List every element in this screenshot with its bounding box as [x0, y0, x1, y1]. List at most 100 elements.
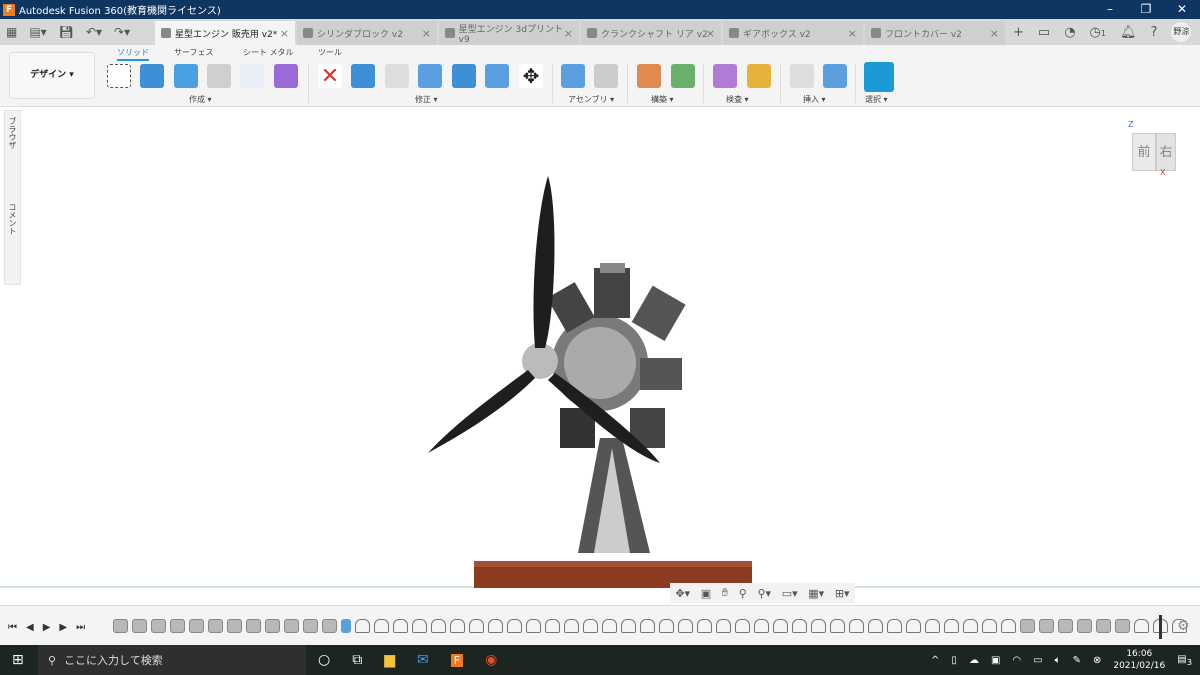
timeline-joint-icon[interactable] [412, 619, 427, 633]
volume-icon[interactable]: 🔈︎ [1055, 655, 1061, 666]
select-icon[interactable] [864, 62, 894, 92]
midplane-icon[interactable] [671, 64, 695, 88]
grid-settings-icon[interactable]: ▦▾ [808, 587, 824, 600]
timeline-marker[interactable] [1159, 615, 1162, 639]
press-pull-icon[interactable] [351, 64, 375, 88]
new-tab-button[interactable]: + [1013, 25, 1024, 40]
timeline-joint-icon[interactable] [469, 619, 484, 633]
timeline-feature-icon[interactable] [1039, 619, 1054, 633]
joint-icon[interactable] [594, 64, 618, 88]
wifi-icon[interactable]: ◠ [1012, 655, 1021, 666]
notifications-icon[interactable]: 🔔︎ [1120, 25, 1137, 40]
timeline-feature-icon[interactable] [246, 619, 261, 633]
close-tab-icon[interactable]: × [280, 27, 289, 40]
data-panel-icon[interactable]: ▭ [1038, 25, 1050, 40]
timeline-joint-icon[interactable] [754, 619, 769, 633]
tab-document[interactable]: フロントカバー v2 × [865, 21, 1005, 45]
start-button[interactable]: ⊞ [12, 652, 24, 668]
maximize-button[interactable]: ❐ [1128, 0, 1164, 19]
close-button[interactable]: ✕ [1164, 0, 1200, 19]
close-tab-icon[interactable]: × [564, 27, 573, 40]
timeline-joint-icon[interactable] [640, 619, 655, 633]
timeline-feature-icon[interactable] [113, 619, 128, 633]
step-forward-button[interactable]: ▶ [59, 622, 67, 633]
timeline-joint-icon[interactable] [773, 619, 788, 633]
job-status-icon[interactable]: ◷1 [1090, 25, 1106, 40]
file-menu-icon[interactable]: ▤▾ [29, 25, 46, 39]
timeline-joint-icon[interactable] [944, 619, 959, 633]
timeline-joint-icon[interactable] [716, 619, 731, 633]
clock[interactable]: 16:06 2021/02/16 [1113, 648, 1165, 672]
group-modify[interactable]: 修正 ▾ [415, 94, 438, 105]
tab-document[interactable]: 星型エンジン 3dプリント v9 × [439, 21, 579, 45]
timeline-settings-icon[interactable]: ⚙ [1177, 618, 1190, 634]
timeline-joint-icon[interactable] [583, 619, 598, 633]
group-create[interactable]: 作成 ▾ [189, 94, 212, 105]
insert-canvas-icon[interactable] [823, 64, 847, 88]
combine-icon[interactable] [452, 64, 476, 88]
timeline-joint-icon[interactable] [393, 619, 408, 633]
timeline-feature-icon[interactable] [227, 619, 242, 633]
timeline-feature-icon[interactable] [303, 619, 318, 633]
timeline-joint-icon[interactable] [963, 619, 978, 633]
timeline-joint-icon[interactable] [507, 619, 522, 633]
timeline-joint-icon[interactable] [906, 619, 921, 633]
zoom-icon[interactable]: ⚲ [739, 587, 747, 600]
avatar[interactable]: 野涼 [1171, 22, 1192, 42]
hole-icon[interactable] [207, 64, 231, 88]
timeline-feature-icon[interactable] [1020, 619, 1035, 633]
timeline-feature-icon[interactable] [151, 619, 166, 633]
fusion-taskbar-icon[interactable]: F [450, 653, 464, 667]
save-icon[interactable]: 💾︎ [59, 25, 74, 39]
action-center-icon[interactable]: ▤3 [1177, 654, 1192, 667]
subtab-tools[interactable]: ツール [318, 47, 342, 58]
tab-document[interactable]: ギアボックス v2 × [723, 21, 863, 45]
extrude-icon[interactable] [140, 64, 164, 88]
timeline-joint-icon[interactable] [450, 619, 465, 633]
timeline-joint-icon[interactable] [697, 619, 712, 633]
timeline-joint-icon[interactable] [659, 619, 674, 633]
timeline-feature-icon[interactable] [1058, 619, 1073, 633]
shell-icon[interactable] [418, 64, 442, 88]
create-form-icon[interactable] [274, 64, 298, 88]
insert-derive-icon[interactable] [790, 64, 814, 88]
timeline-joint-icon[interactable] [1134, 619, 1149, 633]
mail-icon[interactable]: ✉ [417, 652, 429, 668]
workspace-selector[interactable]: デザイン ▾ [9, 52, 95, 99]
timeline-joint-icon[interactable] [526, 619, 541, 633]
group-select[interactable]: 選択 ▾ [865, 94, 888, 105]
timeline-feature-icon[interactable] [189, 619, 204, 633]
timeline-feature-icon[interactable] [1077, 619, 1092, 633]
subtab-sheet-metal[interactable]: シート メタル [243, 47, 294, 58]
go-to-end-button[interactable]: ⏭ [76, 622, 85, 633]
revolve-icon[interactable] [174, 64, 198, 88]
timeline-joint-icon[interactable] [602, 619, 617, 633]
timeline-joint-icon[interactable] [792, 619, 807, 633]
timeline-joint-icon[interactable] [849, 619, 864, 633]
taskbar-search[interactable]: ⚲ ここに入力して検索 [38, 645, 306, 675]
task-view-icon[interactable]: ⧉ [352, 652, 362, 668]
engine-model-viewport[interactable] [0, 108, 1200, 588]
tray-security-icon[interactable]: ▣ [991, 655, 1000, 666]
timeline-joint-icon[interactable] [621, 619, 636, 633]
redo-icon[interactable]: ↷▾ [114, 25, 130, 39]
help-icon[interactable]: ? [1151, 25, 1158, 40]
timeline-feature-icon[interactable] [170, 619, 185, 633]
subtab-solid[interactable]: ソリッド [117, 47, 149, 61]
new-component-icon[interactable] [561, 64, 585, 88]
display-settings-icon[interactable]: ▭▾ [782, 587, 798, 600]
close-tab-icon[interactable]: × [706, 27, 715, 40]
timeline-feature-icon[interactable] [284, 619, 299, 633]
group-construct[interactable]: 構築 ▾ [651, 94, 674, 105]
timeline-feature-icon[interactable] [1115, 619, 1130, 633]
timeline-joint-icon[interactable] [868, 619, 883, 633]
undo-icon[interactable]: ↶▾ [86, 25, 102, 39]
timeline-joint-icon[interactable] [488, 619, 503, 633]
timeline-feature-icon[interactable] [322, 619, 337, 633]
viewports-icon[interactable]: ⊞▾ [835, 587, 850, 600]
fillet-icon[interactable] [385, 64, 409, 88]
timeline-joint-icon[interactable] [564, 619, 579, 633]
fit-icon[interactable]: ⚲▾ [757, 587, 771, 600]
apps-grid-icon[interactable]: ▦ [6, 25, 17, 39]
timeline-joint-icon[interactable] [735, 619, 750, 633]
